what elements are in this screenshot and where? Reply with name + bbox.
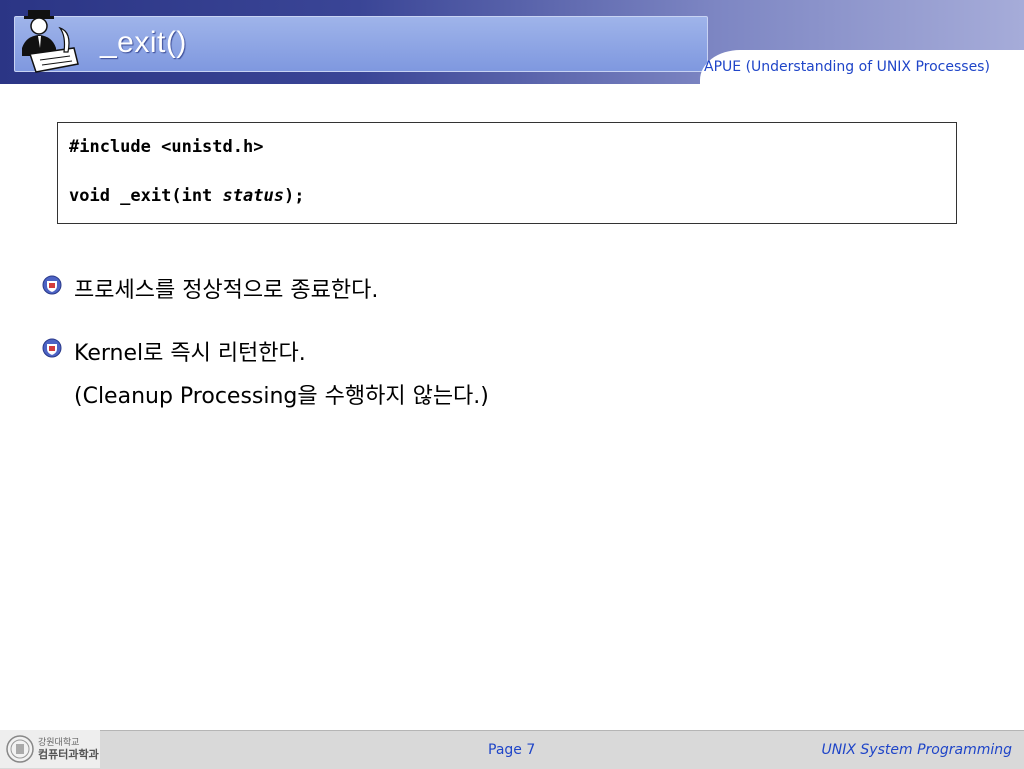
code-line-include: #include <unistd.h> [69,137,264,157]
university-name: 강원대학교 컴퓨터과학과 [38,738,99,761]
university-name-line2: 컴퓨터과학과 [38,748,99,761]
university-name-line1: 강원대학교 [38,738,80,748]
code-signature-suffix: ); [283,186,305,206]
code-signature-param: status [222,186,284,206]
university-seal-icon [6,735,34,763]
code-box: #include <unistd.h> void _exit(int statu… [57,122,957,224]
code-signature-prefix: void _exit(int [69,186,223,206]
course-name: UNIX System Programming [821,742,1012,758]
crest-bullet-icon [42,275,62,295]
code-line-signature: void _exit(int status); [69,186,304,206]
scholar-writing-icon [22,10,79,73]
bullet-text: 프로세스를 정상적으로 종료한다. [74,278,379,303]
crest-bullet-icon [42,338,62,358]
bullet-text: Kernel로 즉시 리턴한다. [74,341,306,366]
slide-subtitle: APUE (Understanding of UNIX Processes) [704,59,990,75]
page-number: Page 7 [488,742,536,758]
bullet-continuation-text: (Cleanup Processing을 수행하지 않는다.) [74,384,489,409]
slide-title: _exit() [100,26,187,59]
